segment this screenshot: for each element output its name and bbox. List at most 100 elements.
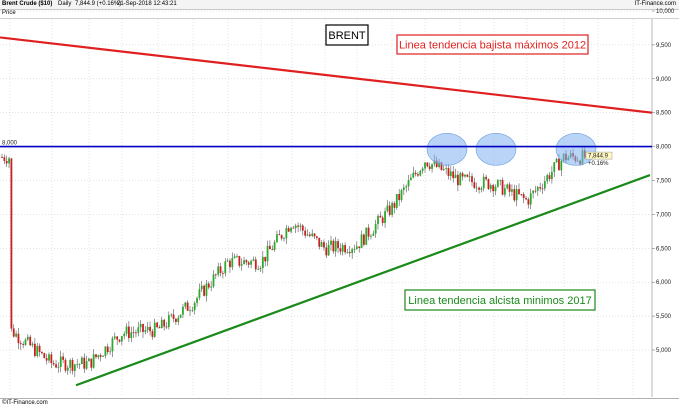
candle-down — [55, 364, 57, 368]
candle-down — [292, 227, 295, 229]
candle-up — [97, 355, 100, 358]
candle-down — [269, 245, 271, 250]
candle-down — [417, 174, 419, 176]
candle-up — [177, 317, 180, 322]
candle-down — [541, 188, 544, 190]
candle-up — [78, 364, 81, 365]
candle-down — [313, 233, 316, 237]
candle-up — [285, 228, 288, 239]
candle-up — [365, 227, 368, 245]
candle-up — [191, 310, 194, 311]
candle-up — [193, 302, 196, 311]
peak-highlight-ellipse — [475, 133, 517, 166]
candle-down — [332, 240, 335, 252]
candle-down — [485, 176, 487, 180]
candle-up — [424, 162, 426, 169]
candle-up — [395, 194, 398, 208]
y-tick-label: 5,500 — [656, 314, 672, 320]
candle-up — [146, 326, 149, 331]
candle-up — [130, 332, 133, 339]
candle-down — [142, 323, 144, 332]
candle-up — [543, 181, 546, 189]
candle-up — [137, 327, 140, 333]
candle-up — [421, 168, 424, 171]
candle-up — [189, 310, 191, 312]
candle-down — [478, 187, 480, 190]
candle-down — [428, 166, 431, 169]
candle-up — [184, 302, 187, 307]
candle-down — [426, 162, 429, 167]
candle-up — [125, 326, 128, 334]
candle-up — [92, 354, 95, 368]
candle-up — [139, 323, 142, 328]
candle-up — [468, 176, 471, 178]
candle-up — [386, 205, 389, 212]
candle-up — [217, 266, 220, 275]
candle-up — [205, 283, 208, 296]
candle-down — [316, 236, 318, 238]
candle-up — [346, 252, 349, 253]
candle-up — [250, 260, 252, 265]
candle-down — [527, 199, 530, 205]
candle-down — [41, 352, 43, 354]
candle-down — [379, 215, 382, 218]
chart-grid — [0, 10, 655, 397]
candle-down — [172, 314, 175, 319]
candle-down — [203, 285, 205, 296]
candle-down — [43, 353, 46, 359]
candle-down — [38, 345, 41, 353]
trendlines — [0, 36, 653, 387]
candle-up — [306, 234, 309, 236]
candle-up — [442, 169, 445, 170]
candle-up — [299, 225, 302, 227]
candle-down — [308, 234, 311, 236]
candle-up — [57, 366, 60, 368]
down-trendline-annotation-text: Linea tendencia bajista máximos 2012 — [399, 39, 586, 51]
candle-up — [330, 240, 332, 245]
candle-up — [410, 177, 412, 181]
candle-up — [73, 364, 76, 371]
y-tick-label: 8,500 — [656, 111, 672, 117]
candle-up — [370, 235, 372, 237]
candle-up — [266, 245, 269, 262]
candle-down — [358, 246, 361, 249]
candle-up — [153, 322, 156, 337]
candle-up — [69, 360, 72, 368]
candle-down — [297, 225, 299, 227]
chart-labels: 5,000 5,500 6,000 6,500 7,000 7,500 8,000 8,500… — [2, 9, 675, 407]
candle-up — [123, 333, 126, 337]
candle-up — [179, 314, 182, 318]
candle-down — [118, 339, 121, 342]
candle-down — [3, 157, 6, 161]
candle-down — [12, 328, 15, 337]
candle-down — [471, 176, 473, 183]
candle-up — [170, 314, 173, 316]
candle-up — [196, 297, 198, 303]
candle-up — [26, 336, 29, 340]
candle-up — [236, 256, 238, 257]
candle-down — [501, 180, 504, 195]
brent-chart[interactable]: 5,000 5,500 6,000 6,500 7,000 7,500 8,000 8,500… — [0, 0, 679, 407]
candle-down — [245, 260, 248, 263]
candle-down — [388, 205, 391, 215]
candle-down — [186, 302, 189, 311]
candle-down — [344, 245, 346, 253]
candle-up — [198, 289, 201, 298]
candle-up — [412, 172, 415, 178]
candle-down — [487, 179, 490, 189]
candle-down — [219, 266, 222, 273]
candle-up — [391, 203, 393, 215]
candle-down — [280, 235, 283, 239]
candle-up — [489, 185, 492, 189]
candle-down — [19, 343, 22, 345]
candle-down — [513, 189, 516, 201]
candle-up — [475, 187, 478, 189]
candle-down — [301, 225, 304, 231]
y-tick-label: 9,500 — [656, 43, 672, 49]
candle-up — [8, 158, 10, 164]
candle-down — [64, 359, 67, 371]
candle-down — [525, 197, 527, 200]
candle-up — [261, 256, 264, 269]
last-price-label: 7,844.9 — [588, 154, 609, 160]
y-tick-label: 7,500 — [656, 179, 672, 185]
